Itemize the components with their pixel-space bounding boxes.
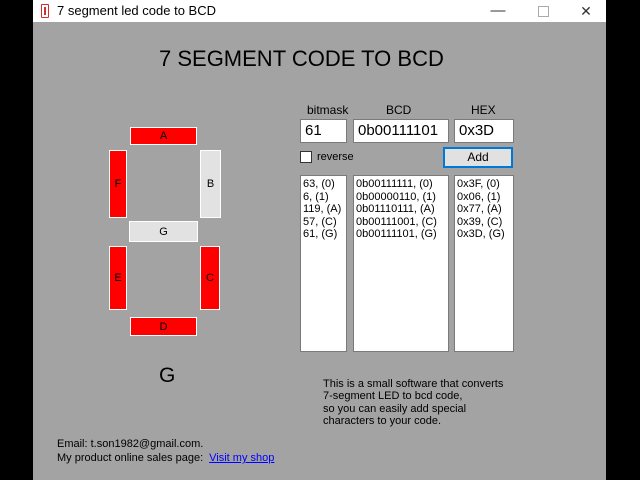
page-title: 7 SEGMENT CODE TO BCD (159, 46, 444, 71)
description-line: This is a small software that converts (323, 378, 504, 390)
app-window: 7 segment led code to BCD — ✕ 7 SEGMENT … (33, 0, 606, 480)
list-item[interactable]: 6, (1) (303, 191, 344, 204)
description-line: 7-segment LED to bcd code, (323, 390, 463, 403)
window-title: 7 segment led code to BCD (57, 3, 216, 18)
segment-c[interactable]: C (200, 246, 220, 310)
list-item[interactable]: 0x3D, (G) (457, 228, 511, 241)
segment-c-label: C (206, 272, 214, 284)
hex-list[interactable]: 0x3F, (0) 0x06, (1) 0x77, (A) 0x39, (C) 0x3D… (454, 175, 514, 352)
list-item[interactable]: 0b00111001, (C) (356, 216, 446, 229)
maximize-button[interactable] (523, 0, 563, 22)
segment-d-label: D (159, 320, 168, 333)
bitmask-label: bitmask (307, 103, 349, 117)
reverse-label: reverse (317, 151, 354, 163)
segment-e[interactable]: E (109, 246, 127, 310)
list-item[interactable]: 0b00000110, (1) (356, 191, 446, 204)
segment-g-label: G (159, 225, 168, 238)
description: This is a small software that converts 7… (323, 378, 503, 427)
segment-g[interactable]: G (129, 221, 198, 242)
add-button[interactable]: Add (443, 147, 513, 168)
list-item[interactable]: 119, (A) (303, 203, 344, 216)
segment-f-label: F (114, 178, 122, 190)
list-item[interactable]: 0x39, (C) (457, 216, 511, 229)
minimize-icon: — (490, 2, 506, 19)
list-item[interactable]: 57, (C) (303, 216, 344, 229)
segment-e-label: E (114, 272, 122, 284)
app-icon (41, 4, 49, 18)
list-item[interactable]: 0x77, (A) (457, 203, 511, 216)
character-display: G (159, 364, 176, 387)
list-item[interactable]: 63, (0) (303, 178, 344, 191)
list-item[interactable]: 0b01110111, (A) (356, 203, 446, 216)
segment-a[interactable]: A (130, 127, 197, 145)
bitmask-list[interactable]: 63, (0) 6, (1) 119, (A) 57, (C) 61, (G) (300, 175, 347, 352)
shop-link[interactable]: Visit my shop (209, 452, 274, 464)
segment-b-label: B (206, 178, 215, 190)
bcd-list[interactable]: 0b00111111, (0) 0b00000110, (1) 0b01110111… (353, 175, 449, 352)
description-line: characters to your code. (323, 414, 442, 427)
list-item[interactable]: 0x3F, (0) (457, 178, 511, 191)
list-item[interactable]: 0b00111111, (0) (356, 178, 446, 191)
hex-label: HEX (471, 103, 496, 117)
segment-a-label: A (159, 130, 168, 142)
reverse-checkbox[interactable] (300, 151, 312, 163)
list-item[interactable]: 0b00111101, (G) (356, 228, 446, 241)
close-icon: ✕ (580, 3, 592, 19)
list-item[interactable]: 0x06, (1) (457, 191, 511, 204)
close-button[interactable]: ✕ (566, 0, 606, 22)
bitmask-input[interactable]: 61 (300, 119, 347, 143)
segment-d[interactable]: D (130, 317, 197, 336)
maximize-icon (537, 5, 549, 17)
title-bar[interactable]: 7 segment led code to BCD — ✕ (33, 0, 606, 22)
description-line: so you can easily add special (323, 402, 467, 415)
shop-label: My product online sales page: (57, 452, 204, 464)
email-text: Email: t.son1982@gmail.com. (57, 438, 204, 450)
bcd-label: BCD (386, 103, 412, 117)
bcd-input[interactable]: 0b00111101 (353, 119, 449, 143)
segment-b[interactable]: B (200, 150, 221, 218)
shop-line: My product online sales page: Visit my sh… (57, 452, 274, 464)
hex-input[interactable]: 0x3D (454, 119, 514, 143)
segment-f[interactable]: F (109, 150, 127, 218)
minimize-button[interactable]: — (478, 0, 518, 22)
list-item[interactable]: 61, (G) (303, 228, 344, 241)
